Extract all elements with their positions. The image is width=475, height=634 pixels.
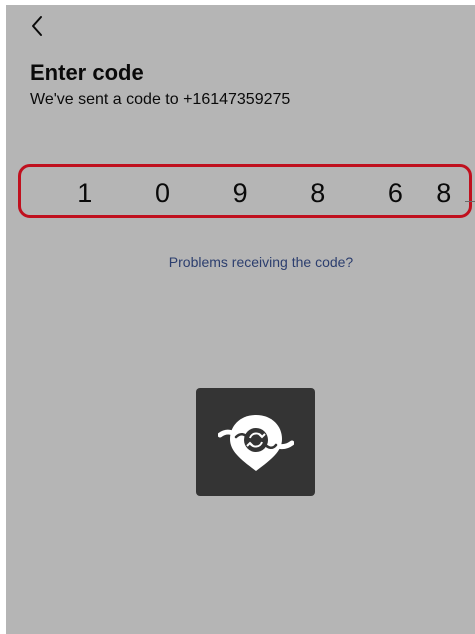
problems-receiving-code-link[interactable]: Problems receiving the code? — [6, 254, 475, 270]
screen: Enter code We've sent a code to +1614735… — [6, 5, 475, 634]
code-digit-5[interactable]: 6 — [357, 175, 435, 211]
code-digit-6[interactable]: 8 — [434, 175, 475, 211]
back-button[interactable] — [22, 11, 52, 41]
input-underline — [465, 201, 475, 202]
location-sync-pin-icon — [217, 415, 294, 471]
code-digit-1[interactable]: 1 — [46, 175, 124, 211]
code-input[interactable]: 1 0 9 8 6 8 — [46, 175, 475, 211]
code-digit-3[interactable]: 9 — [201, 175, 279, 211]
app-logo — [196, 388, 315, 496]
code-digit-2[interactable]: 0 — [124, 175, 202, 211]
code-sent-message: We've sent a code to +16147359275 — [30, 91, 291, 108]
code-digit-4[interactable]: 8 — [279, 175, 357, 211]
chevron-left-icon — [32, 16, 42, 36]
page-title: Enter code — [30, 60, 144, 85]
